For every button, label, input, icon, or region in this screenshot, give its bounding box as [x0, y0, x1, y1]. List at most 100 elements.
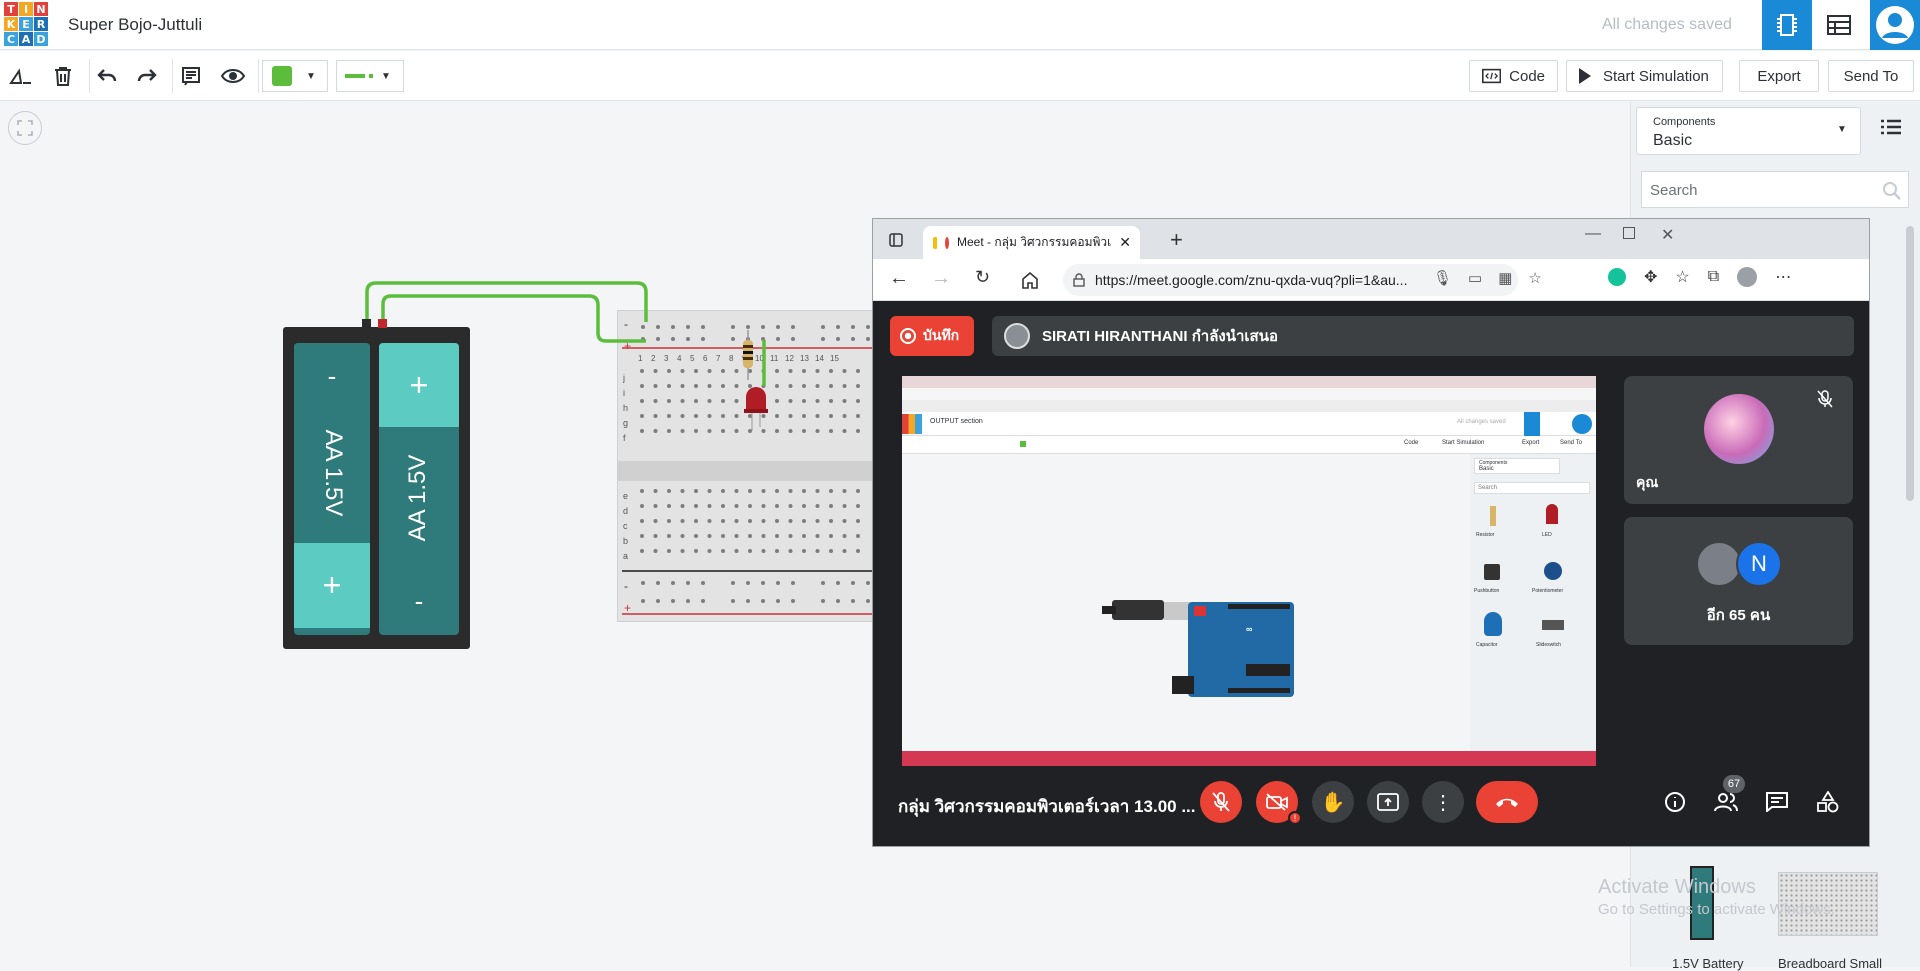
shared-status: All changes saved [1457, 419, 1506, 425]
user-icon [1876, 6, 1914, 44]
mic-toggle-button[interactable] [1200, 781, 1242, 823]
send-to-button[interactable]: Send To [1828, 60, 1914, 92]
close-tab-icon[interactable]: ✕ [1119, 234, 1131, 251]
leave-call-button[interactable] [1476, 781, 1538, 823]
component-name: 1.5V Battery [1672, 956, 1744, 971]
shared-arduino-logo: ∞ [1246, 624, 1253, 634]
battery-wire-end-minus [362, 319, 371, 328]
code-label: Code [1509, 67, 1545, 85]
favorites-icon[interactable]: ☆ [1675, 267, 1689, 287]
browser-tab-strip: Meet - กลุ่ม วิศวกรรมคอมพิวเ ✕ + — ✕ [873, 219, 1869, 259]
home-icon[interactable] [1021, 271, 1039, 289]
present-screen-icon [1377, 793, 1399, 811]
apps-icon[interactable]: ▦ [1498, 269, 1512, 287]
panel-scrollbar[interactable] [1906, 226, 1914, 501]
hang-up-icon [1496, 798, 1518, 807]
present-button[interactable] [1367, 781, 1409, 823]
list-toggle-button[interactable] [1880, 118, 1912, 144]
recording-indicator[interactable]: บันทึก [890, 316, 974, 356]
extensions-icon[interactable]: ✥ [1644, 267, 1657, 287]
browser-tab-meet[interactable]: Meet - กลุ่ม วิศวกรรมคอมพิวเ ✕ [923, 226, 1140, 259]
url-text: https://meet.google.com/znu-qxda-vuq?pli… [1095, 272, 1408, 288]
record-icon [900, 328, 916, 344]
shared-send-label: Send To [1560, 440, 1582, 446]
shared-code-label: Code [1404, 440, 1419, 446]
people-count-badge: 67 [1723, 775, 1745, 793]
sidebar-icon[interactable] [889, 233, 903, 247]
list-view-tab[interactable] [1814, 0, 1864, 50]
recording-dot-icon [945, 236, 949, 249]
shared-chip [1246, 664, 1290, 676]
shared-potentiometer-icon [1544, 562, 1562, 580]
resistor[interactable] [742, 330, 754, 380]
start-simulation-button[interactable]: Start Simulation [1566, 60, 1723, 92]
profile-icon[interactable] [1737, 267, 1758, 287]
code-icon [1482, 68, 1502, 84]
shared-color-swatch [1020, 441, 1026, 447]
user-avatar[interactable] [1870, 0, 1920, 50]
export-button[interactable]: Export [1739, 60, 1819, 92]
code-button[interactable]: Code [1469, 60, 1558, 92]
shapes-icon [1817, 791, 1839, 813]
shared-capacitor-icon [1484, 612, 1502, 636]
shared-component-name: Capacitor [1476, 642, 1498, 648]
shared-avatar [1572, 414, 1592, 434]
export-label: Export [1757, 67, 1801, 85]
shared-address-bar [902, 388, 1596, 400]
play-icon [1579, 68, 1591, 84]
activities-button[interactable] [1807, 781, 1849, 823]
send-to-label: Send To [1843, 67, 1899, 85]
cast-icon[interactable]: ▭ [1468, 269, 1482, 287]
shared-component-name: Potentiometer [1532, 588, 1564, 594]
camera-off-icon [1266, 793, 1288, 811]
more-icon[interactable]: ⋯ [1775, 267, 1791, 287]
self-name: คุณ [1636, 474, 1659, 490]
component-name: Breadboard Small [1778, 956, 1883, 971]
address-bar-actions: 🎙 ▭ ▦ ☆ [1433, 269, 1542, 287]
shared-taskbar [902, 751, 1596, 766]
save-status: All changes saved [1602, 16, 1732, 33]
shared-toolbar: Code Start Simulation Export Send To [902, 436, 1596, 454]
people-icon [1714, 793, 1738, 812]
participant-avatar-letter: N [1736, 541, 1782, 587]
wire[interactable] [365, 281, 648, 326]
components-dropdown[interactable]: Components Basic ▼ [1636, 107, 1861, 155]
wire[interactable] [381, 294, 646, 343]
circuit-view-tab[interactable] [1762, 0, 1812, 50]
new-tab-button[interactable]: + [1170, 227, 1183, 253]
others-count-label: อีก 65 คน [1706, 607, 1771, 624]
windows-activation-watermark-subtext: Go to Settings to activate Windows. [1598, 901, 1835, 918]
participant-tile-others[interactable]: N อีก 65 คน [1624, 517, 1853, 645]
minimize-button[interactable]: — [1585, 225, 1601, 243]
record-label: บันทึก [923, 327, 960, 343]
grammarly-icon[interactable] [1608, 268, 1626, 286]
components-dropdown-value: Basic [1653, 132, 1693, 149]
meeting-info-button[interactable] [1654, 781, 1696, 823]
reload-button[interactable]: ↻ [975, 267, 990, 288]
shared-pushbutton-icon [1484, 564, 1500, 580]
shared-arduino-uno: ∞ [1188, 602, 1294, 697]
more-options-button[interactable]: ⋮ [1422, 781, 1464, 823]
favorite-icon[interactable]: ☆ [1528, 269, 1541, 287]
mic-icon[interactable]: 🎙 [1433, 269, 1452, 287]
maximize-button[interactable] [1623, 227, 1635, 239]
caret-down-icon: ▼ [1837, 124, 1847, 135]
shared-components-value: Basic [1479, 466, 1494, 472]
led[interactable] [744, 385, 768, 431]
shared-header-pins [1228, 604, 1290, 609]
browser-extensions: ✥ ☆ ⧉ ⋯ [1608, 267, 1791, 287]
component-search-input[interactable]: Search [1641, 171, 1909, 208]
collections-icon[interactable]: ⧉ [1708, 268, 1719, 286]
back-button[interactable]: ← [889, 267, 909, 290]
participant-tile-self[interactable]: คุณ [1624, 376, 1853, 504]
shared-usb-port [1164, 602, 1190, 620]
shared-view-tab [1524, 412, 1540, 436]
red-led-icon [744, 387, 768, 431]
chat-button[interactable] [1756, 781, 1798, 823]
close-window-button[interactable]: ✕ [1661, 225, 1674, 245]
raise-hand-button[interactable]: ✋ [1312, 781, 1354, 823]
search-icon [1883, 182, 1901, 200]
meeting-name: กลุ่ม วิศวกรรมคอมพิวเตอร์เวลา 13.00 ... [898, 797, 1196, 816]
forward-button[interactable]: → [931, 267, 951, 290]
meet-icon [933, 236, 937, 249]
